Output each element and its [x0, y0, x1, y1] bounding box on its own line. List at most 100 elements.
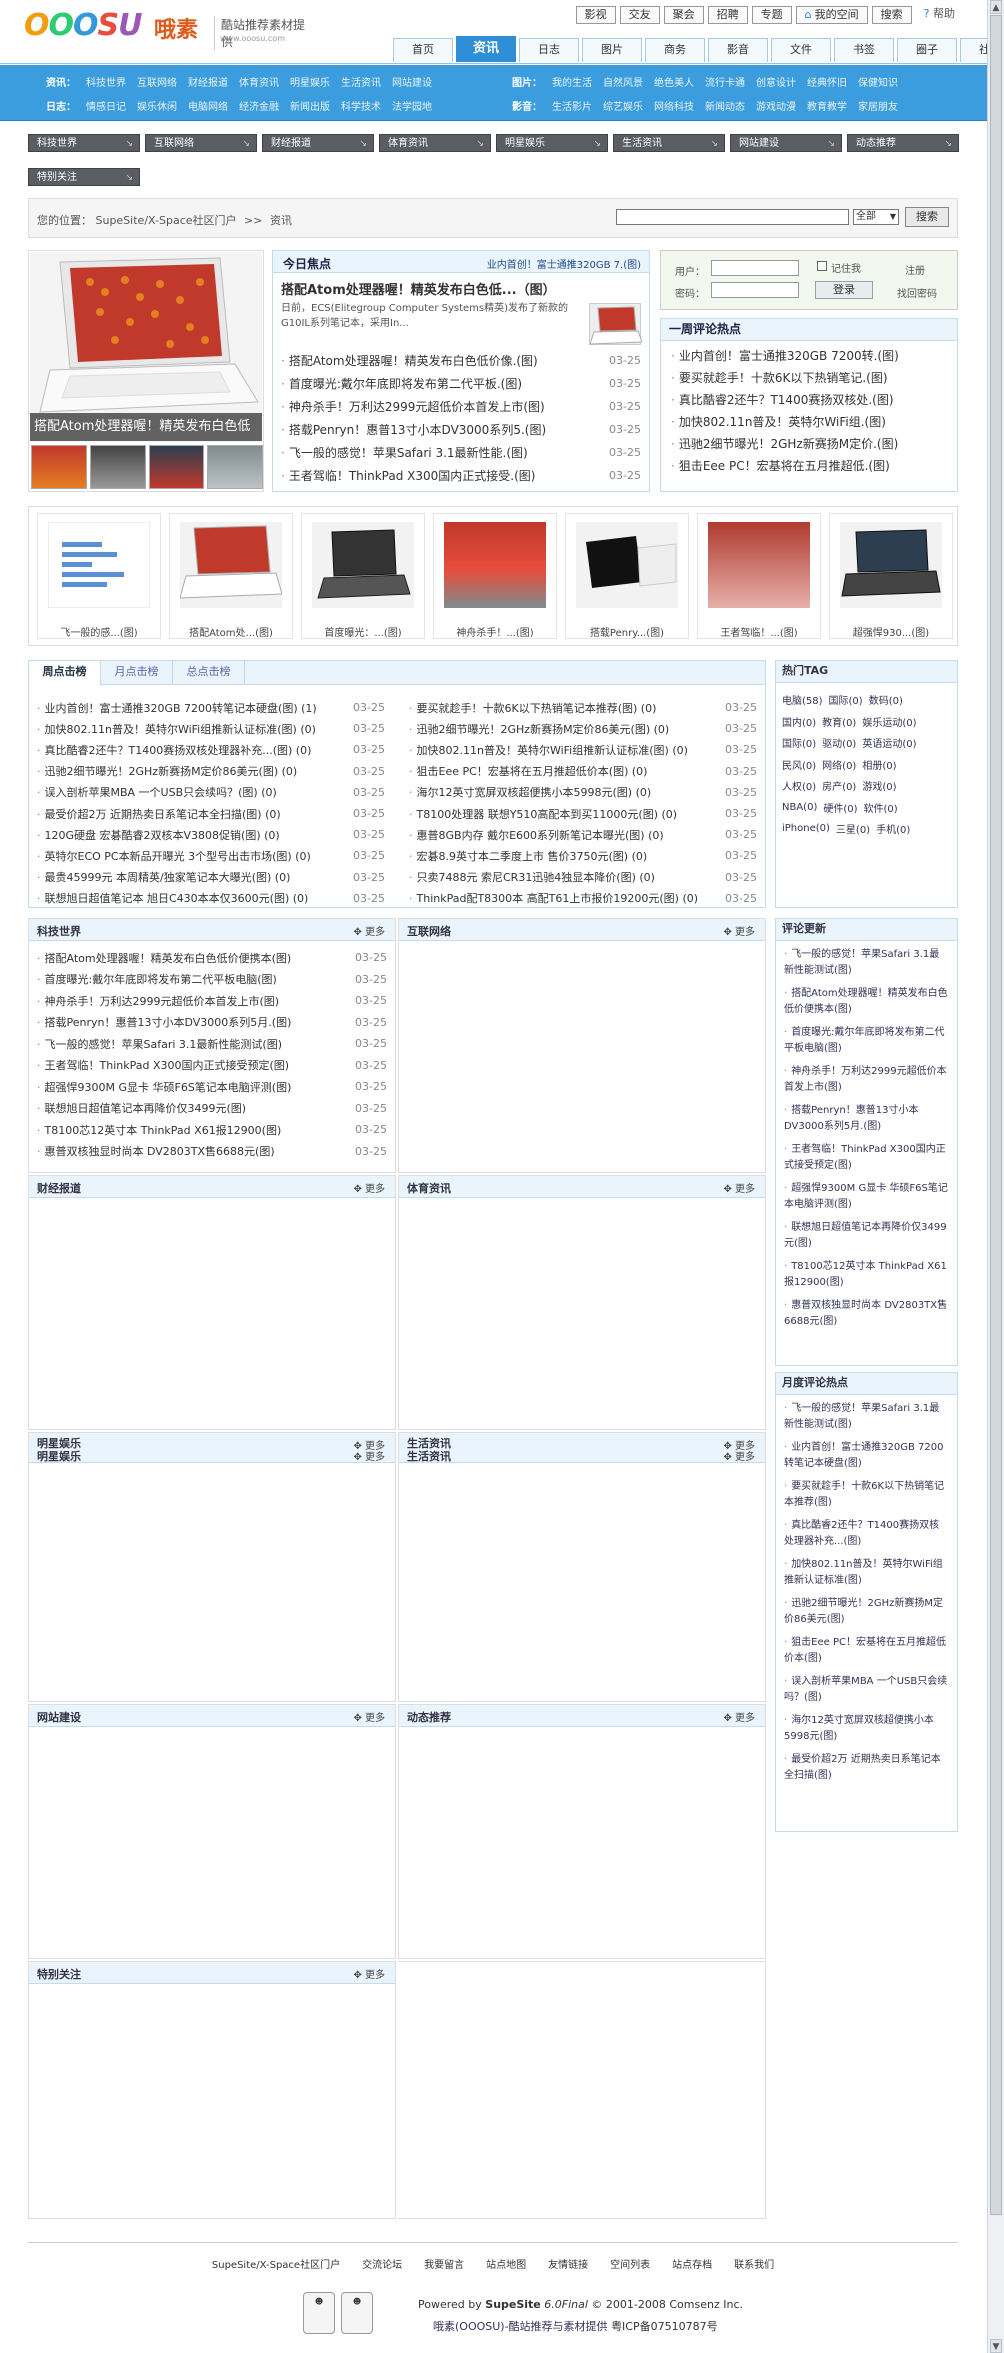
topnav-friends[interactable]: 交友 [619, 6, 660, 24]
list-item[interactable]: · T8100处理器 联想Y510高配本到买11000元(图) (0) 03-25 [409, 803, 757, 824]
focus-thumb[interactable] [148, 445, 205, 489]
list-item[interactable]: · 要买就趁手！十款6K以下热销笔记本推荐(图) (0) 03-25 [409, 697, 757, 718]
list-item[interactable]: · 狙击Eee PC！宏基将在五月推超低价本(图) [784, 1635, 949, 1667]
tab-business[interactable]: 商务 [645, 38, 705, 62]
list-item[interactable]: · 王者驾临！ThinkPad X300国内正式接受预定(图) 03-25 [37, 1055, 387, 1077]
subnav-link[interactable]: 体育资讯 [239, 74, 279, 89]
subnav-link[interactable]: 保健知识 [858, 74, 898, 89]
subnav-link[interactable]: 新闻出版 [290, 98, 330, 113]
tag-link[interactable]: 娱乐运动(0) [862, 714, 916, 729]
list-item[interactable]: · 迅驰2细节曝光！2GHz新赛扬M定价.(图) [671, 433, 947, 455]
tab-total-ranking[interactable]: 总点击榜 [173, 661, 245, 685]
subnav-link[interactable]: 明星娱乐 [290, 74, 330, 89]
strip-item[interactable]: 王者驾临！...(图) [697, 513, 821, 639]
subnav-link[interactable]: 财经报道 [188, 74, 228, 89]
list-item[interactable]: · 首度曝光:戴尔年底即将发布第二代平板.(图) 03-25 [281, 372, 641, 395]
tab-home[interactable]: 首页 [393, 38, 453, 62]
footer-link[interactable]: 联系我们 [734, 2256, 774, 2271]
subnav-link[interactable]: 网站建设 [392, 74, 432, 89]
subnav-link[interactable]: 教育教学 [807, 98, 847, 113]
subnav-link[interactable]: 我的生活 [552, 74, 592, 89]
list-item[interactable]: · 王者驾临！ThinkPad X300国内正式接受预定(图) [784, 1142, 949, 1174]
powered-product[interactable]: SupeSite [485, 2298, 541, 2311]
footer-link[interactable]: 站点地图 [486, 2256, 526, 2271]
icp-number[interactable]: 粤ICP备07510787号 [611, 2320, 718, 2333]
list-item[interactable]: · 加快802.11n普及！英特尔WiFi组推新认证标准(图) (0) 03-25 [409, 739, 757, 760]
list-item[interactable]: · 加快802.11n普及！英特尔WiFi组.(图) [671, 411, 947, 433]
today-focus-ticker[interactable]: 业内首创！富士通推320GB 7.(图) [487, 256, 641, 271]
tag-link[interactable]: 数码(0) [869, 692, 903, 707]
list-item[interactable]: · 误入剖析苹果MBA 一个USB只会续吗？(图) (0) 03-25 [37, 782, 385, 803]
list-item[interactable]: · 最贵45999元 本周精英/独家笔记本大曝光(图) (0) 03-25 [37, 867, 385, 888]
list-item[interactable]: · 最受价超2万 近期热卖日系笔记本全扫描(图) (0) 03-25 [37, 803, 385, 824]
subnav-link[interactable]: 综艺娱乐 [603, 98, 643, 113]
footer-link[interactable]: 友情链接 [548, 2256, 588, 2271]
footer-link[interactable]: 交流论坛 [362, 2256, 402, 2271]
category-button-tebie[interactable]: 特别关注 [28, 168, 140, 187]
subnav-link[interactable]: 流行卡通 [705, 74, 745, 89]
tag-link[interactable]: 游戏(0) [862, 778, 896, 793]
tab-images[interactable]: 图片 [582, 38, 642, 62]
password-input[interactable] [711, 282, 799, 298]
scroll-down-icon[interactable]: ▼ [990, 2339, 1002, 2353]
tab-bookmarks[interactable]: 书签 [834, 38, 894, 62]
list-item[interactable]: · 神舟杀手！万利达2999元超低价本首发上市(图) [784, 1064, 949, 1096]
focus-thumb[interactable] [31, 445, 87, 489]
scroll-up-icon[interactable]: ▲ [990, 0, 1002, 14]
subnav-link[interactable]: 家居朋友 [858, 98, 898, 113]
strip-item[interactable]: 超强悍930...(图) [829, 513, 953, 639]
list-item[interactable]: · ThinkPad配T8300本 高配T61上市报价19200元(图) (0) 0… [409, 888, 757, 909]
tab-groups[interactable]: 圈子 [897, 38, 957, 62]
list-item[interactable]: · 首度曝光:戴尔年底即将发布第二代平板电脑(图) 03-25 [37, 969, 387, 991]
list-item[interactable]: · 狙击Eee PC！宏基将在五月推超低.(图) [671, 455, 947, 477]
tab-month-ranking[interactable]: 月点击榜 [101, 661, 173, 685]
list-item[interactable]: · 搭载Penryn！惠普13寸小本DV3000系列5月.(图) [784, 1103, 949, 1135]
topnav-jobs[interactable]: 招聘 [707, 6, 748, 24]
footer-link[interactable]: 站点存档 [672, 2256, 712, 2271]
tag-link[interactable]: 人权(0) [782, 778, 816, 793]
topnav-topics[interactable]: 专题 [751, 6, 792, 24]
subnav-link[interactable]: 电脑网络 [188, 98, 228, 113]
more-link[interactable]: ✥ 更多 [353, 923, 385, 938]
site-badge-icon[interactable]: ☻ [341, 2292, 373, 2334]
list-item[interactable]: · 搭载Penryn！惠普13寸小本DV3000系列5月.(图) 03-25 [37, 1012, 387, 1034]
subnav-link[interactable]: 娱乐休闲 [137, 98, 177, 113]
list-item[interactable]: · 真比酷睿2还牛？T1400赛扬双核处.(图) [671, 389, 947, 411]
subnav-link[interactable]: 新闻动态 [705, 98, 745, 113]
list-item[interactable]: · 首度曝光:戴尔年底即将发布第二代平板电脑(图) [784, 1025, 949, 1057]
topnav-help[interactable]: ? 帮助 [916, 6, 963, 24]
topnav-party[interactable]: 聚会 [663, 6, 704, 24]
tag-link[interactable]: 国际(0) [782, 735, 816, 750]
login-button[interactable]: 登录 [815, 281, 873, 299]
subnav-link[interactable]: 科学技术 [341, 98, 381, 113]
list-item[interactable]: · T8100芯12英寸本 ThinkPad X61报12900(图) [784, 1259, 949, 1291]
subnav-link[interactable]: 法学园地 [392, 98, 432, 113]
subnav-link[interactable]: 互联网络 [137, 74, 177, 89]
list-item[interactable]: · 王者驾临！ThinkPad X300国内正式接受.(图) 03-25 [281, 464, 641, 487]
subnav-link[interactable]: 情感日记 [86, 98, 126, 113]
tag-link[interactable]: 驱动(0) [822, 735, 856, 750]
tab-media[interactable]: 影音 [708, 38, 768, 62]
category-button-wangzhan[interactable]: 网站建设 [730, 134, 842, 153]
list-item[interactable]: · 真比酷睿2还牛？T1400赛扬双核处理器补充...(图) (0) 03-25 [37, 739, 385, 760]
list-item[interactable]: · 最受价超2万 近期热卖日系笔记本全扫描(图) [784, 1752, 949, 1784]
category-button-shenghuo[interactable]: 生活资讯 [613, 134, 725, 153]
topnav-movie[interactable]: 影视 [575, 6, 616, 24]
tag-link[interactable]: 教育(0) [822, 714, 856, 729]
list-item[interactable]: · 惠普双核独显时尚本 DV2803TX售6688元(图) 03-25 [37, 1141, 387, 1163]
list-item[interactable]: · 英特尔ECO PC本新品开曝光 3个型号出击市场(图) (0) 03-25 [37, 845, 385, 866]
more-link[interactable]: ✥ 更多 [353, 1448, 385, 1463]
search-button[interactable]: 搜索 [905, 207, 949, 227]
more-link[interactable]: ✥ 更多 [353, 1180, 385, 1195]
tag-link[interactable]: NBA(0) [782, 802, 817, 813]
topnav-myspace[interactable]: ⌂ 我的空间 [795, 6, 868, 24]
list-item[interactable]: · 要买就趁手！十款6K以下热销笔记.(图) [671, 367, 947, 389]
list-item[interactable]: · 宏碁8.9英寸本二季度上市 售价3750元(图) (0) 03-25 [409, 845, 757, 866]
list-item[interactable]: · 超强悍9300M G显卡 华硕F6S笔记本电脑评测(图) [784, 1181, 949, 1213]
category-button-dongtai[interactable]: 动态推荐 [847, 134, 959, 153]
more-link[interactable]: ✥ 更多 [353, 1709, 385, 1724]
search-input[interactable] [616, 209, 849, 225]
category-button-mingxing[interactable]: 明星娱乐 [496, 134, 608, 153]
list-item[interactable]: · 狙击Eee PC！宏基将在五月推超低价本(图) (0) 03-25 [409, 761, 757, 782]
more-link[interactable]: ✥ 更多 [723, 923, 755, 938]
